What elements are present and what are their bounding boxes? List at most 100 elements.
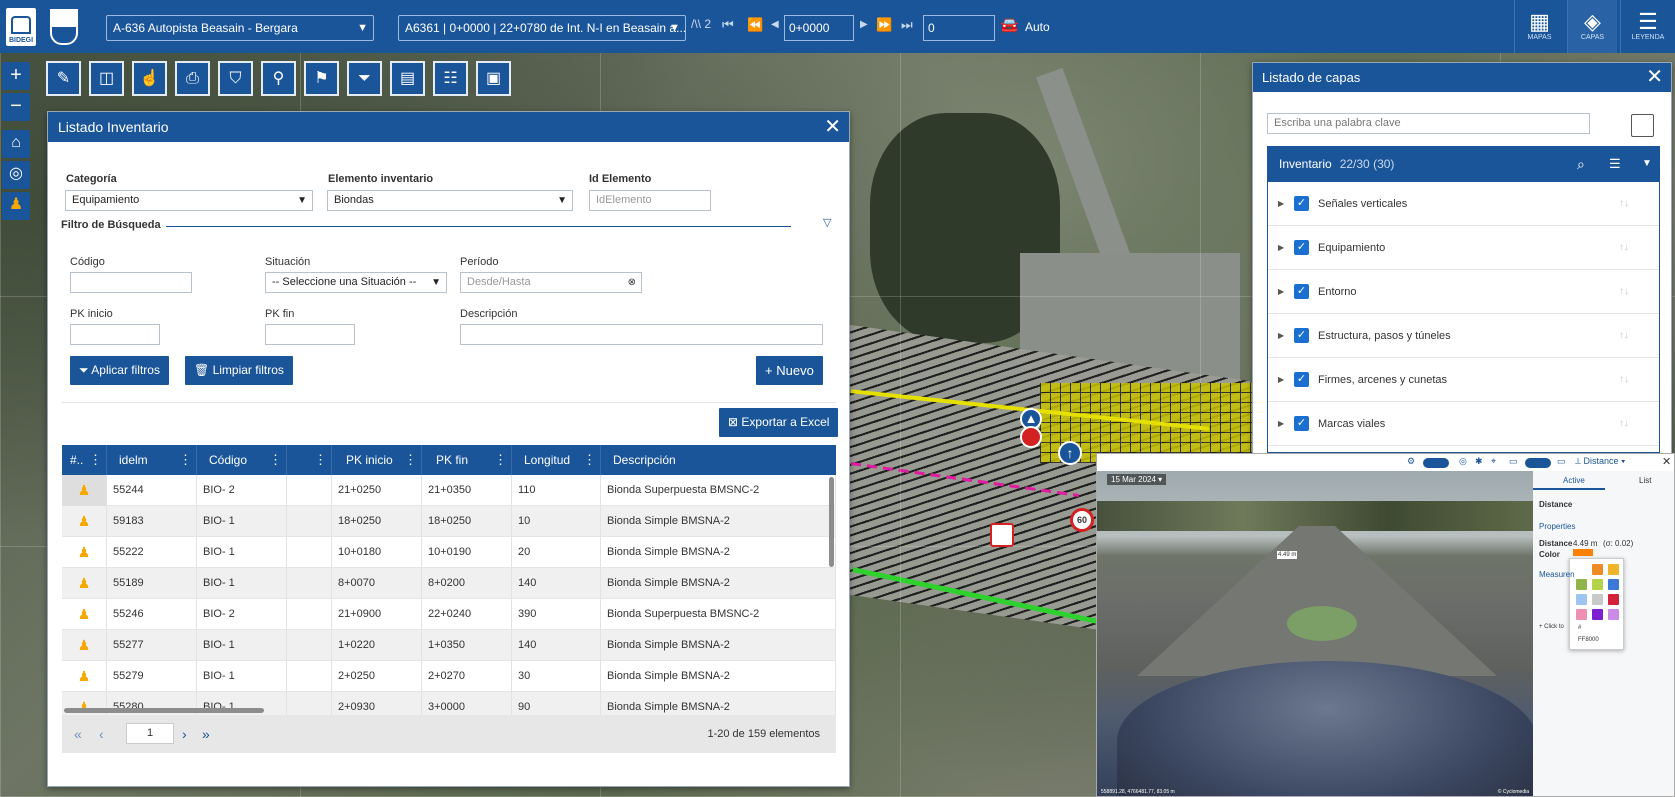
swatch[interactable] — [1576, 594, 1587, 605]
layer-item[interactable]: ▶ ✓ Firmes, arcenes y cunetas ↑↓ — [1268, 358, 1659, 402]
column-menu-icon[interactable]: ⋮ — [269, 445, 282, 475]
layer-item[interactable]: ▶ ✓ Señales verticales ↑↓ — [1268, 182, 1659, 226]
swatch[interactable] — [1592, 579, 1603, 590]
clear-icon[interactable]: ⊗ — [628, 273, 636, 292]
col-header-pkinicio[interactable]: PK inicio ⋮ — [332, 445, 422, 475]
layer-item[interactable]: ▶ ✓ Equipamiento ↑↓ — [1268, 226, 1659, 270]
page-input[interactable]: 1 — [126, 723, 174, 744]
streetview-person-icon[interactable]: ♟ — [78, 482, 91, 498]
close-icon[interactable]: ✕ — [1646, 63, 1663, 92]
table-row[interactable]: ♟ 59183 BIO- 1 18+0250 18+0250 10 Bionda Simpl… — [62, 506, 836, 537]
segment-select[interactable]: A6361 | 0+0000 | 22+0780 de Int. N-I en … — [398, 15, 686, 41]
hand-icon[interactable]: ☝ — [132, 61, 167, 96]
toggle-switch-2[interactable] — [1525, 458, 1551, 468]
chevron-down-icon[interactable]: ▽ — [823, 216, 831, 229]
color-picker-button[interactable] — [1573, 549, 1593, 556]
target-icon[interactable]: ◎ — [1459, 456, 1467, 467]
column-menu-icon[interactable]: ⋮ — [89, 445, 102, 475]
situacion-select[interactable]: -- Seleccione una Situación -- ▼ — [265, 272, 447, 293]
home-icon[interactable]: ⌂ — [2, 130, 30, 158]
zoom-out-button[interactable]: − — [2, 93, 30, 121]
auto-label[interactable]: Auto — [1025, 20, 1050, 34]
reorder-arrows-icon[interactable]: ↑↓ — [1619, 226, 1629, 270]
swatch[interactable] — [1576, 609, 1587, 620]
horizontal-scrollbar[interactable] — [64, 708, 264, 713]
checkbox-checked-icon[interactable]: ✓ — [1294, 372, 1309, 387]
layer-item[interactable]: ▶ ✓ Entorno ↑↓ — [1268, 270, 1659, 314]
select-all-checkbox[interactable] — [1631, 114, 1654, 137]
expand-icon[interactable]: ▶ — [1278, 182, 1284, 226]
search-icon[interactable]: ⌕ — [1577, 146, 1585, 182]
last-icon[interactable]: ⏭ — [901, 17, 913, 33]
checkbox-checked-icon[interactable]: ✓ — [1294, 196, 1309, 211]
table-row[interactable]: ♟ 55277 BIO- 1 1+0220 1+0350 140 Bionda Simple… — [62, 630, 836, 661]
codigo-input[interactable] — [70, 272, 192, 293]
measure-tool[interactable]: ⟂ Distance ▾ — [1575, 456, 1625, 467]
streetview-person-icon[interactable]: ♟ — [78, 606, 91, 622]
reorder-arrows-icon[interactable]: ↑↓ — [1619, 402, 1629, 446]
expand-icon[interactable]: ▶ — [1278, 402, 1284, 446]
locate-icon[interactable]: ◎ — [2, 161, 30, 189]
next-icon[interactable]: ▶ — [860, 19, 868, 30]
road-select[interactable]: A-636 Autopista Beasain - Bergara ▼ — [106, 15, 374, 41]
swatch[interactable] — [1608, 564, 1619, 575]
first-icon[interactable]: ⏮ — [722, 17, 734, 33]
table-row[interactable]: ♟ 55244 BIO- 2 21+0250 21+0350 110 Bionda Supe… — [62, 475, 836, 506]
expand-icon[interactable]: ▶ — [1278, 358, 1284, 402]
reorder-arrows-icon[interactable]: ↑↓ — [1619, 358, 1629, 402]
kml-icon[interactable]: ▤ — [390, 61, 425, 96]
frame-input[interactable]: 0 — [923, 15, 995, 41]
tab-active[interactable]: Active — [1563, 476, 1585, 485]
mapas-button[interactable]: ▦ MAPAS — [1514, 0, 1564, 53]
export-excel-button[interactable]: ⊠ Exportar a Excel — [719, 408, 839, 437]
layers-search-input[interactable]: Escriba una palabra clave — [1267, 113, 1590, 134]
swatch[interactable] — [1592, 594, 1603, 605]
reorder-arrows-icon[interactable]: ↑↓ — [1619, 182, 1629, 226]
color-hex[interactable]: FF8000 — [1578, 637, 1599, 643]
expand-icon[interactable]: ▶ — [1278, 314, 1284, 358]
col-header-codigo[interactable]: Código ⋮ — [197, 445, 287, 475]
column-menu-icon[interactable]: ⋮ — [179, 445, 192, 475]
descripcion-input[interactable] — [460, 324, 823, 345]
window-icon[interactable]: ▭ — [1509, 456, 1518, 467]
swatch[interactable] — [1608, 594, 1619, 605]
graduation-icon[interactable]: ⛉ — [218, 61, 253, 96]
reorder-arrows-icon[interactable]: ↑↓ — [1619, 270, 1629, 314]
map-extent-icon[interactable]: ▣ — [476, 61, 511, 96]
swatch[interactable] — [1608, 579, 1619, 590]
close-icon[interactable]: ✕ — [1662, 455, 1671, 468]
table-row[interactable]: ♟ 55222 BIO- 1 10+0180 10+0190 20 Bionda Simpl… — [62, 537, 836, 568]
filter-icon[interactable]: ⏷ — [347, 61, 382, 96]
id-input[interactable]: IdElemento — [589, 190, 711, 211]
column-menu-icon[interactable]: ⋮ — [583, 445, 596, 475]
checkbox-checked-icon[interactable]: ✓ — [1294, 284, 1309, 299]
col-header-index[interactable]: #.. ⋮ — [62, 445, 107, 475]
leyenda-button[interactable]: ☰ LEYENDA — [1620, 0, 1675, 53]
streetview-person-icon[interactable]: ♟ — [78, 637, 91, 653]
swatch[interactable] — [1608, 609, 1619, 620]
swatch[interactable] — [1592, 564, 1603, 575]
node-icon[interactable]: ⌖ — [1491, 456, 1496, 467]
draw-icon[interactable]: ✎ — [46, 61, 81, 96]
pk-input[interactable]: 0+0000 — [784, 15, 854, 41]
expand-icon[interactable]: ▶ — [1278, 226, 1284, 270]
marker-icon[interactable]: ⚲ — [261, 61, 296, 96]
vertical-scrollbar[interactable] — [829, 477, 834, 567]
map-speed-sign[interactable]: 60 — [1070, 508, 1094, 532]
map-noentry-icon[interactable] — [1020, 426, 1042, 448]
rewind-icon[interactable]: ⏪ — [747, 17, 763, 33]
list-icon[interactable]: ☷ — [433, 61, 468, 96]
reorder-arrows-icon[interactable]: ↑↓ — [1619, 314, 1629, 358]
swatch[interactable] — [1592, 609, 1603, 620]
first-page-icon[interactable]: « — [74, 715, 82, 753]
col-header-descripcion[interactable]: Descripción — [601, 445, 836, 475]
compare-icon[interactable]: ◫ — [89, 61, 124, 96]
table-row[interactable]: ♟ 55279 BIO- 1 2+0250 2+0270 30 Bionda Simple … — [62, 661, 836, 692]
forward-icon[interactable]: ⏩ — [876, 17, 892, 33]
periodo-input[interactable]: Desde/Hasta ⊗ — [460, 272, 642, 293]
layer-item[interactable]: ▶ ✓ Marcas viales ↑↓ — [1268, 402, 1659, 446]
settings-icon[interactable]: ✱ — [1475, 456, 1483, 467]
checkbox-checked-icon[interactable]: ✓ — [1294, 416, 1309, 431]
streetview-person-icon[interactable]: ♟ — [78, 513, 91, 529]
bookmark-icon[interactable]: ⚑ — [304, 61, 339, 96]
